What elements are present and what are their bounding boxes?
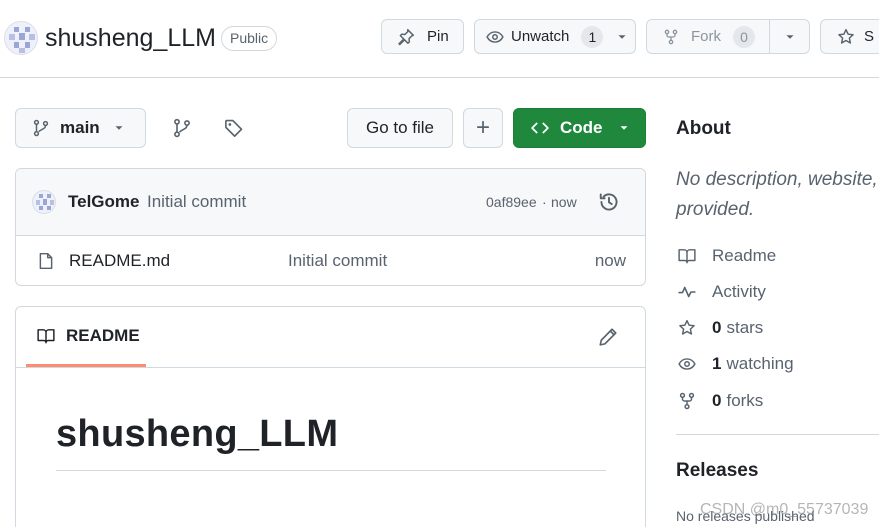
readme-link[interactable]: Readme — [676, 246, 776, 266]
commit-message[interactable]: Initial commit — [147, 192, 246, 212]
fork-divider — [769, 20, 770, 53]
fork-count: 0 — [733, 25, 755, 48]
unwatch-label: Unwatch — [511, 28, 570, 45]
eye-icon — [678, 358, 696, 370]
activity-link-label: Activity — [712, 282, 766, 301]
watching-link[interactable]: 1 watching — [676, 354, 794, 374]
chevron-down-icon — [115, 126, 123, 130]
commit-author[interactable]: TelGome — [68, 192, 139, 212]
book-icon — [678, 249, 696, 264]
chevron-down-icon[interactable] — [783, 30, 797, 44]
pin-icon — [398, 28, 415, 45]
latest-commit-bar: TelGome Initial commit 0af89ee · now — [16, 169, 645, 236]
forks-count: 0 — [712, 391, 722, 410]
pulse-icon — [678, 286, 696, 298]
file-icon — [39, 252, 53, 270]
commit-separator: · — [542, 194, 547, 210]
fork-icon — [664, 29, 678, 44]
stars-count: 0 — [712, 318, 722, 337]
repo-header: shusheng_LLM Public Pin Unwatch 1 Fork 0… — [0, 0, 879, 78]
chevron-down-icon — [620, 126, 627, 130]
file-commit-time: now — [594, 251, 626, 270]
unwatch-button[interactable]: Unwatch 1 — [474, 19, 636, 54]
branch-name: main — [60, 118, 100, 137]
code-label: Code — [560, 118, 603, 137]
pin-button[interactable]: Pin — [381, 19, 464, 54]
commit-time: now — [551, 194, 577, 210]
watch-count: 1 — [581, 25, 604, 48]
owner-avatar[interactable] — [4, 21, 38, 55]
fork-icon — [679, 392, 695, 410]
file-name[interactable]: README.md — [69, 251, 170, 271]
readme-panel: README shusheng_LLM — [15, 306, 646, 527]
code-button[interactable]: Code — [513, 108, 646, 148]
file-commit-message[interactable]: Initial commit — [288, 251, 387, 271]
releases-title[interactable]: Releases — [676, 460, 758, 482]
branches-icon[interactable] — [172, 118, 192, 138]
commit-hash[interactable]: 0af89ee — [486, 194, 537, 210]
fork-button-group: Fork 0 — [646, 19, 810, 54]
sidebar-divider — [676, 434, 879, 435]
book-icon — [37, 328, 55, 343]
star-button[interactable]: S — [820, 19, 879, 54]
pencil-icon[interactable] — [598, 327, 618, 347]
about-title: About — [676, 118, 731, 139]
branch-select[interactable]: main — [15, 108, 146, 148]
code-icon — [531, 122, 549, 134]
readme-heading: shusheng_LLM — [56, 413, 339, 455]
branch-icon — [33, 119, 49, 137]
watching-count: 1 — [712, 354, 722, 373]
go-to-file-label: Go to file — [365, 118, 435, 137]
fork-button[interactable]: Fork 0 — [647, 20, 769, 53]
star-label: S — [864, 28, 875, 45]
readme-tab-divider — [16, 367, 645, 368]
history-icon[interactable] — [598, 191, 620, 213]
repo-name[interactable]: shusheng_LLM — [45, 24, 216, 53]
readme-tab[interactable]: README — [26, 307, 146, 367]
file-browser: TelGome Initial commit 0af89ee · now REA… — [15, 168, 646, 286]
plus-icon: + — [475, 114, 490, 141]
readme-heading-rule — [56, 470, 606, 471]
stars-label: stars — [726, 318, 764, 337]
forks-label: forks — [726, 391, 764, 410]
author-avatar[interactable] — [32, 190, 56, 214]
about-description: No description, website, provided. — [676, 169, 878, 220]
file-row[interactable]: README.md Initial commit now — [16, 236, 645, 285]
fork-label: Fork — [691, 28, 721, 45]
pin-label: Pin — [427, 28, 449, 45]
forks-link[interactable]: 0 forks — [676, 391, 763, 411]
star-icon — [679, 319, 695, 335]
readme-link-label: Readme — [712, 246, 777, 265]
eye-icon — [486, 30, 504, 43]
star-icon — [838, 28, 854, 44]
watching-label: watching — [726, 354, 794, 373]
tag-icon[interactable] — [224, 118, 244, 138]
chevron-down-icon[interactable] — [615, 30, 629, 44]
watermark: CSDN @m0_55737039 — [700, 501, 869, 518]
stars-link[interactable]: 0 stars — [676, 318, 763, 338]
activity-link[interactable]: Activity — [676, 282, 766, 302]
add-file-button[interactable]: + — [463, 108, 503, 148]
go-to-file-button[interactable]: Go to file — [347, 108, 453, 148]
readme-tab-label: README — [66, 325, 140, 345]
visibility-badge: Public — [221, 26, 278, 51]
